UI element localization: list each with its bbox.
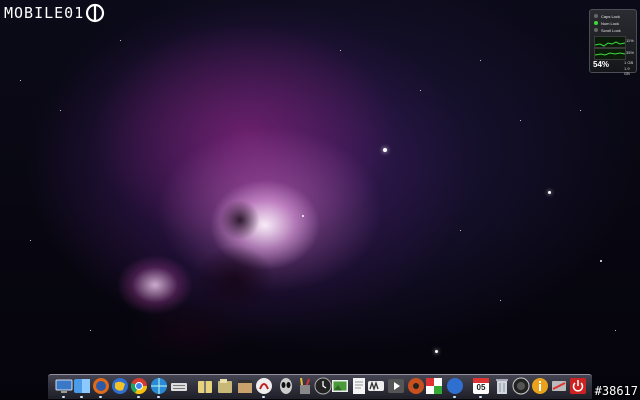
storage-icon[interactable] bbox=[550, 377, 568, 395]
cpu-percent: 54% bbox=[593, 60, 610, 69]
logo-text: MOBILE01 bbox=[4, 4, 85, 22]
alien-icon[interactable] bbox=[277, 377, 295, 395]
finder-icon[interactable] bbox=[73, 377, 91, 395]
clock-icon[interactable] bbox=[314, 377, 332, 395]
chrome-icon[interactable] bbox=[130, 377, 148, 395]
zip-folder-icon[interactable] bbox=[196, 377, 214, 395]
media-player-icon[interactable] bbox=[387, 377, 405, 395]
keyboard-icon[interactable] bbox=[170, 377, 188, 395]
running-indicator bbox=[80, 396, 83, 398]
google-earth-icon[interactable] bbox=[111, 377, 129, 395]
running-indicator bbox=[479, 396, 482, 398]
graph-top-value: 11% bbox=[626, 38, 634, 43]
mvp-player-icon[interactable] bbox=[367, 377, 385, 395]
adobe-reader-icon[interactable] bbox=[255, 377, 273, 395]
system-monitor-widget: Caps Lock Num Lock Scroll Lock 11% 35% 5… bbox=[589, 9, 637, 76]
memory-graph bbox=[594, 48, 626, 60]
trash-icon[interactable] bbox=[493, 377, 511, 395]
documents-folder-icon[interactable] bbox=[216, 377, 234, 395]
running-indicator bbox=[137, 396, 140, 398]
running-indicator bbox=[157, 396, 160, 398]
text-document-icon[interactable] bbox=[350, 377, 368, 395]
pencil-cup-icon[interactable] bbox=[296, 377, 314, 395]
lock-indicator-caps: Caps Lock bbox=[594, 13, 620, 19]
photo-booth-icon[interactable] bbox=[512, 377, 530, 395]
calendar-icon[interactable]: 05 bbox=[472, 377, 490, 395]
music-game-icon[interactable] bbox=[407, 377, 425, 395]
memory-total: 1.9 GB bbox=[624, 66, 630, 76]
power-icon[interactable] bbox=[569, 377, 587, 395]
running-indicator bbox=[453, 396, 456, 398]
monitor-icon[interactable] bbox=[55, 377, 73, 395]
led-icon bbox=[594, 14, 598, 18]
chess-icon[interactable] bbox=[425, 377, 443, 395]
graph-bottom-value: 35% bbox=[626, 50, 635, 55]
firefox-icon[interactable] bbox=[92, 377, 110, 395]
calendar-day: 05 bbox=[476, 383, 486, 392]
running-indicator bbox=[262, 396, 265, 398]
logo-circle-icon bbox=[86, 3, 105, 23]
image-viewer-icon[interactable] bbox=[331, 377, 349, 395]
clapperboard-icon[interactable] bbox=[236, 377, 254, 395]
lock-indicator-num: Num Lock bbox=[594, 20, 619, 26]
desktop-wallpaper bbox=[0, 0, 640, 400]
led-icon bbox=[594, 28, 598, 32]
watermark: #38617 bbox=[594, 384, 638, 398]
cpu-graph bbox=[594, 36, 626, 48]
memory-used: 1 GB bbox=[624, 60, 634, 65]
site-logo: MOBILE01 bbox=[4, 3, 105, 23]
safari-like-icon[interactable] bbox=[446, 377, 464, 395]
running-indicator bbox=[99, 396, 102, 398]
lock-indicator-scroll: Scroll Lock bbox=[594, 27, 621, 33]
running-indicator bbox=[62, 396, 65, 398]
led-icon bbox=[594, 21, 598, 25]
network-globe-icon[interactable] bbox=[150, 377, 168, 395]
info-icon[interactable] bbox=[531, 377, 549, 395]
